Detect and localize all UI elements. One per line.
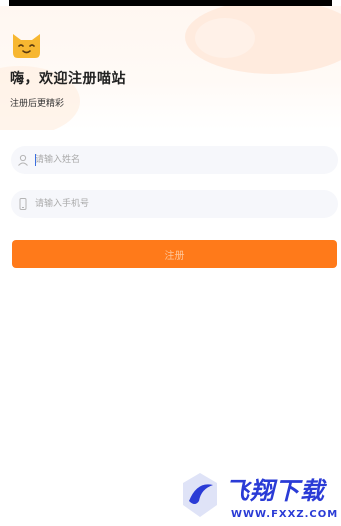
phone-field[interactable]: [11, 190, 338, 218]
text-cursor: [35, 154, 36, 166]
page-title: 嗨，欢迎注册喵站: [10, 71, 126, 87]
cat-logo-icon: [13, 34, 40, 58]
register-button[interactable]: 注册: [12, 240, 337, 268]
phone-input[interactable]: [35, 194, 325, 214]
watermark-url: WWW.FXXZ.COM: [231, 509, 339, 520]
name-input[interactable]: [35, 150, 325, 170]
watermark: 飞翔下载 WWW.FXXZ.COM: [173, 465, 341, 526]
decorative-blob: [195, 18, 255, 58]
user-icon: [18, 154, 28, 166]
page-subtitle: 注册后更精彩: [10, 99, 65, 109]
watermark-brand: 飞翔下载: [225, 477, 325, 505]
name-field[interactable]: [11, 146, 338, 174]
watermark-logo-icon: [183, 473, 217, 517]
phone-icon: [19, 198, 27, 210]
